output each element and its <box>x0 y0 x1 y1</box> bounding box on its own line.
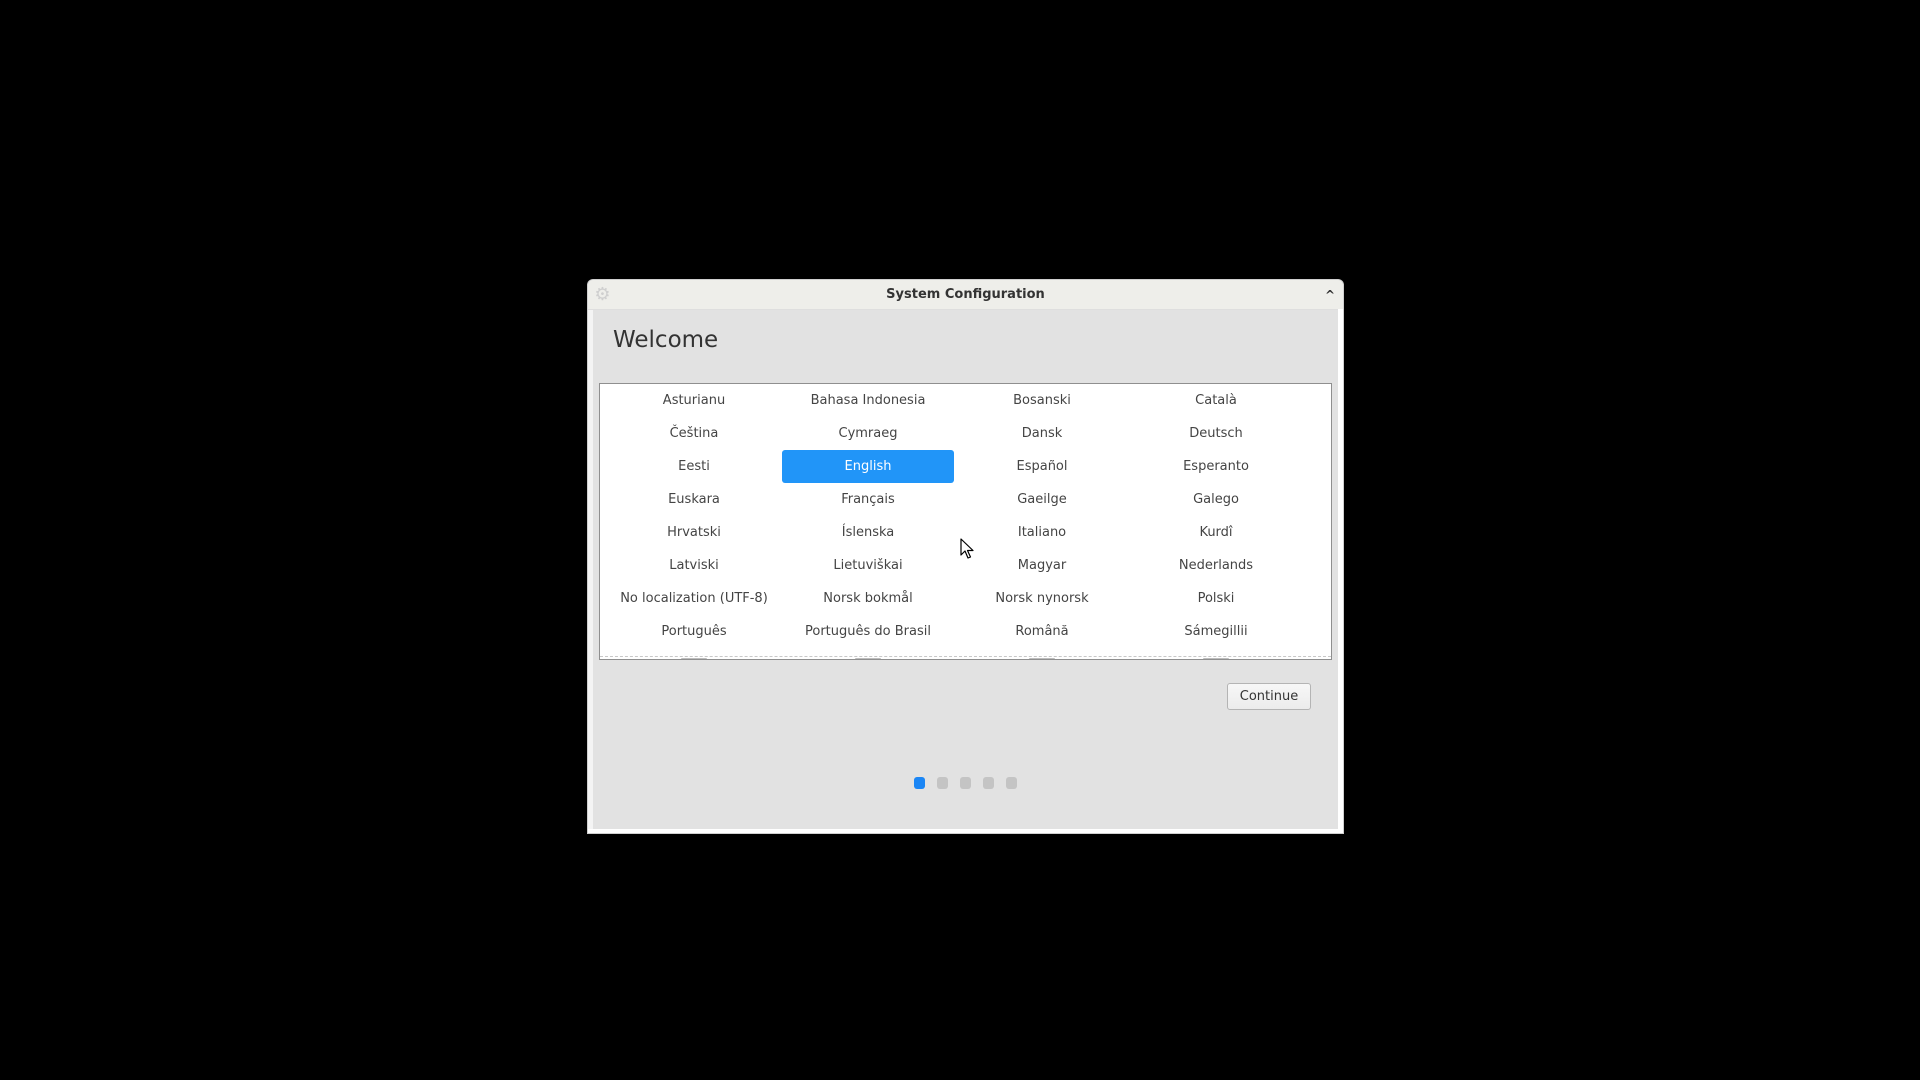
language-item[interactable]: Čeština <box>607 417 781 450</box>
language-grid: Asturianu Bahasa Indonesia Bosanski Català Č… <box>600 384 1331 648</box>
title-bar[interactable]: ⚙ System Configuration ^ <box>588 280 1343 310</box>
page-title: Welcome <box>613 327 719 353</box>
clipped-item <box>1029 658 1055 659</box>
step-dot[interactable] <box>983 777 994 789</box>
language-item[interactable]: Français <box>781 483 955 516</box>
step-dot[interactable] <box>960 777 971 789</box>
clipped-row <box>607 656 1324 659</box>
clipped-item <box>855 658 881 659</box>
step-dot[interactable] <box>1006 777 1017 789</box>
language-item[interactable]: Hrvatski <box>607 516 781 549</box>
language-item[interactable]: Kurdî <box>1129 516 1303 549</box>
language-item[interactable]: Português <box>607 615 781 648</box>
language-item[interactable]: Català <box>1129 384 1303 417</box>
language-item[interactable]: Lietuviškai <box>781 549 955 582</box>
language-item[interactable]: Euskara <box>607 483 781 516</box>
language-item[interactable]: Íslenska <box>781 516 955 549</box>
clipped-item <box>681 658 707 659</box>
language-item[interactable]: Deutsch <box>1129 417 1303 450</box>
language-item[interactable]: Polski <box>1129 582 1303 615</box>
language-item[interactable]: Galego <box>1129 483 1303 516</box>
language-item[interactable]: Esperanto <box>1129 450 1303 483</box>
window-title: System Configuration <box>886 287 1045 302</box>
mouse-cursor-icon <box>960 538 974 559</box>
language-item[interactable]: Norsk nynorsk <box>955 582 1129 615</box>
language-item[interactable]: Asturianu <box>607 384 781 417</box>
language-item[interactable]: Español <box>955 450 1129 483</box>
continue-button[interactable]: Continue <box>1227 683 1311 710</box>
language-item[interactable]: Italiano <box>955 516 1129 549</box>
language-item[interactable]: Eesti <box>607 450 781 483</box>
language-item[interactable]: Bosanski <box>955 384 1129 417</box>
language-item[interactable]: Cymraeg <box>781 417 955 450</box>
language-item[interactable]: Gaeilge <box>955 483 1129 516</box>
collapse-button[interactable]: ^ <box>1325 280 1335 309</box>
window-border <box>588 309 593 833</box>
step-dot[interactable] <box>937 777 948 789</box>
language-item[interactable]: Bahasa Indonesia <box>781 384 955 417</box>
language-item-selected[interactable]: English <box>782 450 954 483</box>
language-item[interactable]: Norsk bokmål <box>781 582 955 615</box>
language-item[interactable]: Magyar <box>955 549 1129 582</box>
language-item[interactable]: Română <box>955 615 1129 648</box>
language-item[interactable]: Latviski <box>607 549 781 582</box>
clipped-item <box>1203 658 1229 659</box>
step-dot-active[interactable] <box>914 777 925 789</box>
language-item[interactable]: Português do Brasil <box>781 615 955 648</box>
language-item[interactable]: Dansk <box>955 417 1129 450</box>
window-border <box>588 829 1343 833</box>
language-item[interactable]: No localization (UTF-8) <box>607 582 781 615</box>
language-list[interactable]: Asturianu Bahasa Indonesia Bosanski Català Č… <box>599 383 1332 660</box>
step-indicator <box>588 777 1343 789</box>
language-item[interactable]: Sámegillii <box>1129 615 1303 648</box>
language-item[interactable]: Nederlands <box>1129 549 1303 582</box>
